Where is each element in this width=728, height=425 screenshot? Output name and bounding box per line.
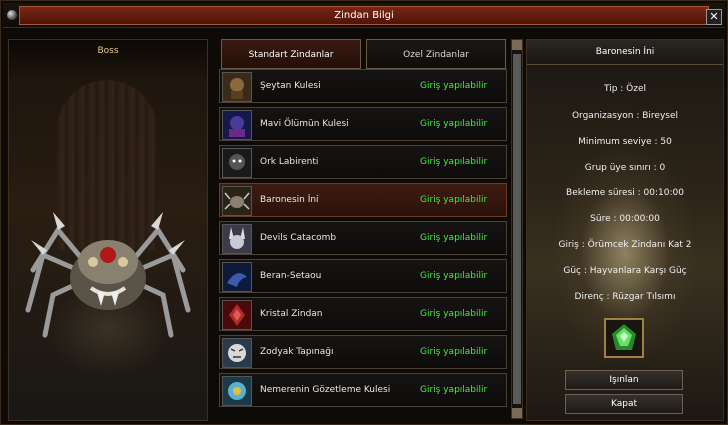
close-window-button[interactable]: ✕ [706, 9, 722, 25]
dungeon-row[interactable]: Ork Labirenti Giriş yapılabilir [219, 145, 507, 179]
detail-min-level: Minimum seviye : 50 [578, 137, 672, 147]
blue-death-icon [222, 110, 252, 140]
dungeon-status: Giriş yapılabilir [420, 81, 488, 91]
dungeon-status: Giriş yapılabilir [420, 119, 488, 129]
detail-duration: Süre : 00:00:00 [590, 214, 660, 224]
dungeon-row[interactable]: Mavi Ölümün Kulesi Giriş yapılabilir [219, 107, 507, 141]
dungeon-status: Giriş yapılabilir [420, 309, 488, 319]
orc-icon [222, 148, 252, 178]
dungeon-name: Şeytan Kulesi [260, 81, 321, 91]
window-knob-icon [7, 10, 17, 20]
dungeon-name: Baronesin İni [260, 195, 319, 205]
detail-type: Tip : Özel [603, 84, 647, 94]
detail-title: Baronesin İni [527, 40, 723, 65]
dungeon-row[interactable]: Beran-Setaou Giriş yapılabilir [219, 259, 507, 293]
dungeon-row[interactable]: Kristal Zindan Giriş yapılabilir [219, 297, 507, 331]
close-button[interactable]: Kapat [565, 394, 683, 414]
dungeon-status: Giriş yapılabilir [420, 347, 488, 357]
dungeon-name: Ork Labirenti [260, 157, 319, 167]
tiger-icon [222, 338, 252, 368]
tab-standard-dungeons[interactable]: Standart Zindanlar [221, 39, 361, 69]
window-title: Zindan Bilgi [19, 6, 709, 25]
demon-tower-icon [222, 72, 252, 102]
dragon-icon [222, 262, 252, 292]
dungeon-row[interactable]: Devils Catacomb Giriş yapılabilir [219, 221, 507, 255]
dungeon-row[interactable]: Nemerenin Gözetleme Kulesi Giriş yapılab… [219, 373, 507, 407]
dungeon-status: Giriş yapılabilir [420, 195, 488, 205]
detail-power: Güç : Hayvanlara Karşı Güç [563, 266, 687, 276]
dungeon-status: Giriş yapılabilir [420, 233, 488, 243]
ice-icon [222, 376, 252, 406]
crystal-icon [222, 300, 252, 330]
title-bar[interactable]: Zindan Bilgi ✕ [3, 3, 725, 28]
tab-special-dungeons[interactable]: Ozel Zindanlar [366, 39, 506, 69]
dungeon-status: Giriş yapılabilir [420, 157, 488, 167]
boss-preview-panel: Boss [8, 39, 208, 421]
dungeon-name: Beran-Setaou [260, 271, 322, 281]
green-crystal-icon[interactable] [604, 318, 644, 358]
detail-entry: Giriş : Örümcek Zindanı Kat 2 [558, 240, 692, 250]
dungeon-status: Giriş yapılabilir [420, 271, 488, 281]
spider-icon [222, 186, 252, 216]
dungeon-row[interactable]: Zodyak Tapınağı Giriş yapılabilir [219, 335, 507, 369]
dungeon-name: Nemerenin Gözetleme Kulesi [260, 385, 391, 395]
rabbit-demon-icon [222, 224, 252, 254]
scroll-up-arrow-icon[interactable] [512, 40, 522, 50]
dungeon-name: Kristal Zindan [260, 309, 323, 319]
detail-group-limit: Grup üye sınırı : 0 [584, 163, 666, 173]
dungeon-status: Giriş yapılabilir [420, 385, 488, 395]
dungeon-row[interactable]: Şeytan Kulesi Giriş yapılabilir [219, 69, 507, 103]
dungeon-info-window: Zindan Bilgi ✕ Boss Standart Zindanlar O… [0, 0, 728, 425]
dungeon-name: Zodyak Tapınağı [260, 347, 334, 357]
dungeon-list: Şeytan Kulesi Giriş yapılabilir Mavi Ölü… [219, 69, 507, 409]
scroll-down-arrow-icon[interactable] [512, 408, 522, 418]
detail-cooldown: Bekleme süresi : 00:10:00 [566, 188, 684, 198]
detail-organization: Organizasyon : Bireysel [571, 111, 679, 121]
detail-resistance: Direnç : Rüzgar Tılsımı [574, 292, 676, 302]
dungeon-name: Devils Catacomb [260, 233, 337, 243]
dungeon-name: Mavi Ölümün Kulesi [260, 119, 349, 129]
dungeon-row-selected[interactable]: Baronesin İni Giriş yapılabilir [219, 183, 507, 217]
list-scrollbar[interactable] [511, 39, 523, 419]
teleport-button[interactable]: Işınlan [565, 370, 683, 390]
boss-spider-icon [25, 212, 191, 338]
boss-caption: Boss [97, 46, 119, 56]
dungeon-detail-panel: Baronesin İni Tip : Özel Organizasyon : … [526, 39, 724, 421]
scroll-thumb[interactable] [513, 54, 521, 404]
